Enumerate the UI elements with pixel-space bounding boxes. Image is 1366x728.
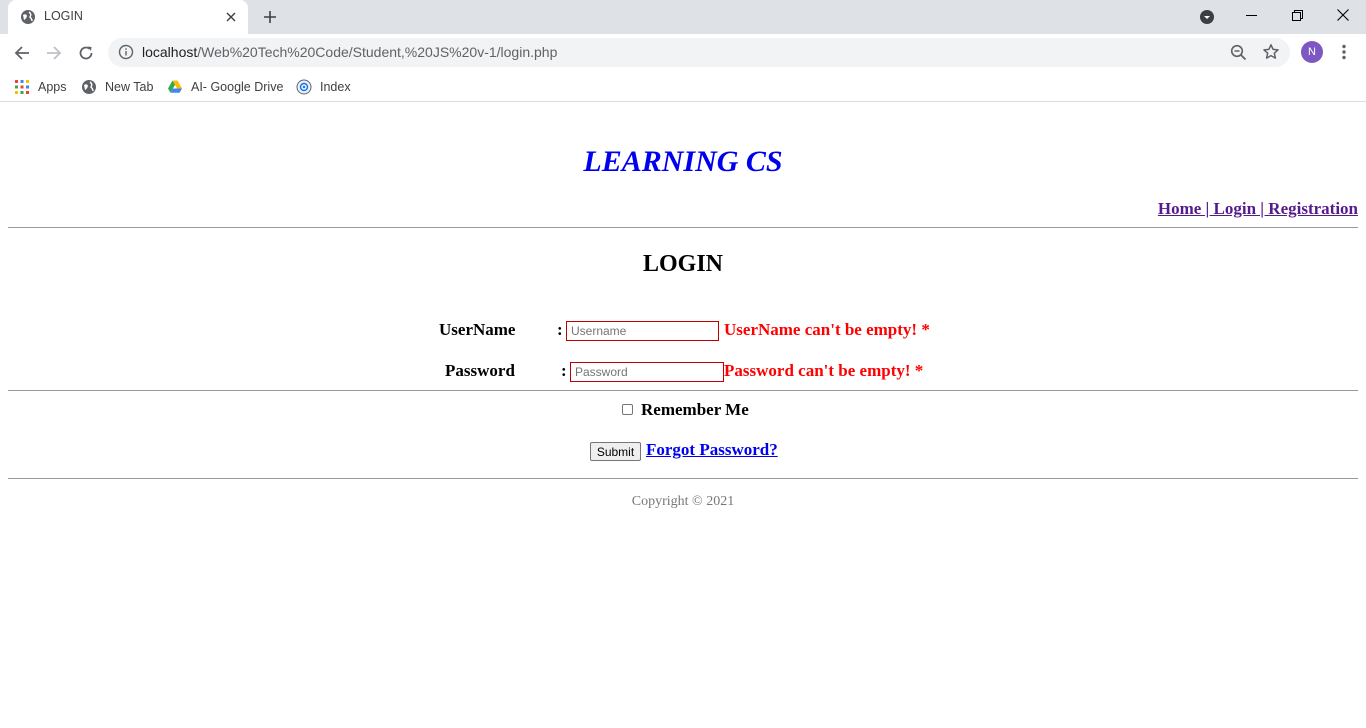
tab-search-dropdown-icon[interactable] — [1197, 7, 1217, 27]
minimize-window-icon[interactable] — [1228, 0, 1274, 30]
divider — [8, 227, 1358, 228]
bookmark-star-icon[interactable] — [1262, 43, 1280, 61]
site-info-icon[interactable] — [118, 44, 134, 60]
username-colon: : — [557, 320, 563, 339]
restore-window-icon[interactable] — [1274, 0, 1320, 30]
password-input[interactable]: Password — [570, 362, 724, 382]
browser-toolbar: localhost/Web%20Tech%20Code/Student,%20J… — [0, 34, 1366, 72]
back-arrow-icon[interactable] — [8, 39, 36, 67]
bookmark-index[interactable]: Index — [296, 76, 351, 98]
bookmark-apps[interactable]: Apps — [14, 76, 67, 98]
username-label: UserName — [439, 320, 516, 339]
username-input[interactable]: Username — [566, 321, 719, 341]
page-content: LEARNING CS Home | Login | Registration … — [0, 103, 1366, 728]
url-text: localhost/Web%20Tech%20Code/Student,%20J… — [142, 44, 558, 60]
profile-avatar[interactable]: N — [1301, 41, 1323, 63]
zoom-out-icon[interactable] — [1230, 44, 1247, 61]
bookmark-label: Apps — [38, 80, 67, 94]
copyright-footer: Copyright © 2021 — [631, 494, 735, 509]
bookmark-label: New Tab — [105, 80, 154, 94]
new-tab-plus-icon[interactable] — [259, 6, 281, 28]
password-colon: : — [561, 361, 567, 380]
google-drive-icon — [168, 80, 182, 93]
remember-me-label[interactable]: Remember Me — [641, 400, 749, 420]
close-tab-icon[interactable] — [222, 8, 240, 26]
forgot-password-link[interactable]: Forgot Password? — [646, 440, 778, 460]
nav-links[interactable]: Home | Login | Registration — [1158, 199, 1358, 219]
kebab-menu-icon[interactable] — [1334, 42, 1354, 62]
bookmark-google-drive[interactable]: AI- Google Drive — [167, 76, 283, 98]
tab-title: LOGIN — [44, 9, 83, 23]
globe-icon — [21, 10, 35, 24]
divider — [8, 478, 1358, 479]
username-error: UserName can't be empty! * — [724, 320, 930, 339]
divider — [8, 390, 1358, 391]
address-bar[interactable]: localhost/Web%20Tech%20Code/Student,%20J… — [108, 38, 1290, 67]
password-label: Password — [445, 361, 515, 380]
browser-tab-strip: LOGIN — [0, 0, 1366, 34]
browser-tab[interactable]: LOGIN — [8, 0, 248, 34]
bookmarks-bar: Apps New Tab AI- Google Drive Index — [0, 72, 1366, 102]
page-heading: LOGIN — [642, 251, 723, 277]
reload-icon[interactable] — [72, 39, 100, 67]
site-title: LEARNING CS — [583, 145, 783, 178]
password-error: Password can't be empty! * — [724, 361, 924, 380]
submit-button[interactable]: Submit — [590, 442, 641, 461]
remember-me-checkbox[interactable] — [622, 404, 633, 415]
close-window-icon[interactable] — [1320, 0, 1366, 30]
bookmark-label: AI- Google Drive — [191, 80, 284, 94]
globe-icon — [82, 80, 96, 94]
bookmark-new-tab[interactable]: New Tab — [81, 76, 153, 98]
bookmark-label: Index — [320, 80, 351, 94]
forward-arrow-icon[interactable] — [40, 39, 68, 67]
apps-grid-icon — [15, 80, 29, 94]
index-favicon-icon — [296, 79, 312, 95]
